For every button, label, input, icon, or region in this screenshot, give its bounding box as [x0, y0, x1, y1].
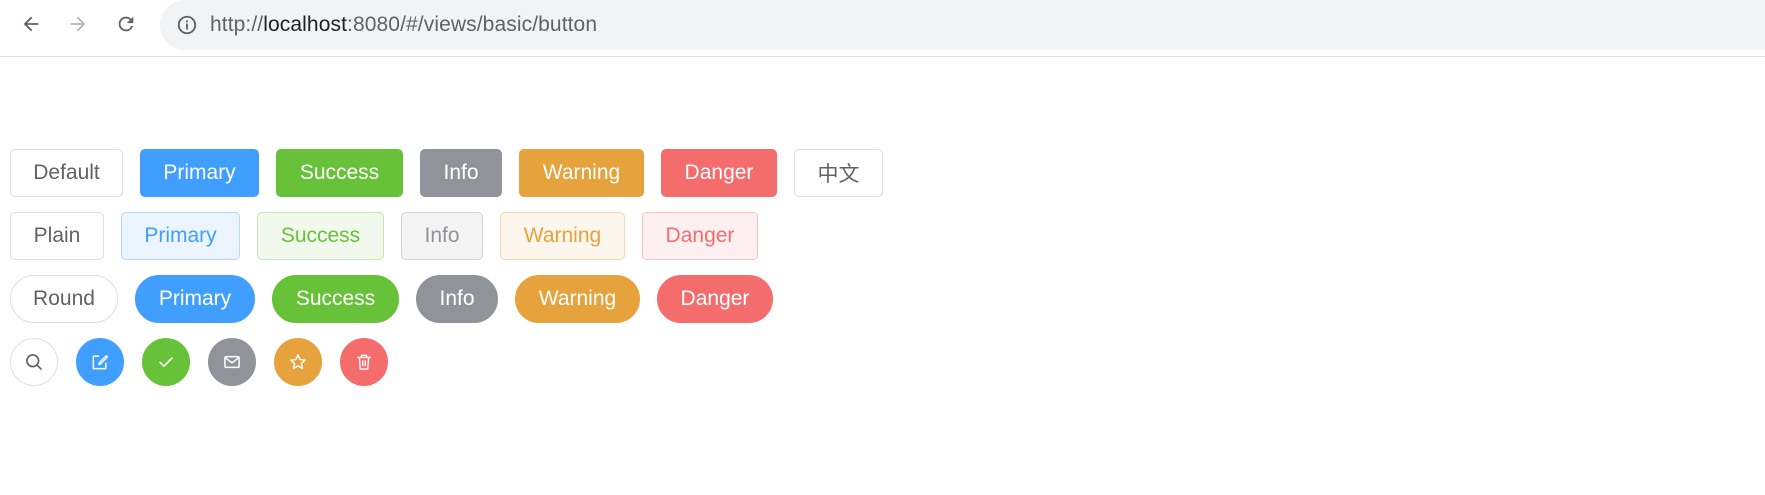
circle-delete-button[interactable]: [340, 338, 388, 386]
edit-icon: [92, 355, 109, 370]
default-button[interactable]: Default: [10, 149, 123, 197]
round-primary-button[interactable]: Primary: [135, 275, 255, 323]
round-success-button[interactable]: Success: [272, 275, 399, 323]
back-button[interactable]: [13, 6, 49, 42]
warning-button[interactable]: Warning: [519, 149, 644, 197]
plain-success-button[interactable]: Success: [257, 212, 384, 260]
plain-button[interactable]: Plain: [10, 212, 104, 260]
search-icon: [26, 354, 42, 370]
round-info-button[interactable]: Info: [416, 275, 498, 323]
browser-toolbar: http://localhost:8080/#/views/basic/butt…: [0, 0, 1765, 57]
url-prefix: http://: [210, 13, 264, 36]
info-icon[interactable]: [176, 14, 198, 36]
circle-search-button[interactable]: [10, 338, 58, 386]
reload-icon: [118, 16, 134, 32]
circle-check-button[interactable]: [142, 338, 190, 386]
danger-button[interactable]: Danger: [661, 149, 777, 197]
star-icon: [290, 354, 306, 370]
check-icon: [159, 357, 173, 367]
circle-edit-button[interactable]: [76, 338, 124, 386]
circle-buttons-row: [10, 338, 900, 386]
forward-button[interactable]: [60, 6, 96, 42]
round-danger-button[interactable]: Danger: [657, 275, 773, 323]
url-path: :8080/#/views/basic/button: [347, 13, 598, 36]
plain-warning-button[interactable]: Warning: [500, 212, 625, 260]
delete-icon: [357, 354, 371, 370]
reload-button[interactable]: [108, 6, 144, 42]
round-buttons-row: Round Primary Success Info Warning Dange…: [10, 275, 900, 323]
chinese-button[interactable]: 中文: [794, 149, 883, 197]
plain-primary-button[interactable]: Primary: [121, 212, 240, 260]
message-icon: [224, 355, 240, 369]
round-button[interactable]: Round: [10, 275, 118, 323]
arrow-right-icon: [70, 16, 86, 32]
info-button[interactable]: Info: [420, 149, 502, 197]
primary-button[interactable]: Primary: [140, 149, 259, 197]
url-host: localhost: [263, 13, 348, 36]
button-demo: Default Primary Success Info Warning Dan…: [10, 149, 900, 401]
default-buttons-row: Default Primary Success Info Warning Dan…: [10, 149, 900, 197]
circle-star-button[interactable]: [274, 338, 322, 386]
arrow-left-icon: [23, 16, 39, 32]
success-button[interactable]: Success: [276, 149, 403, 197]
plain-danger-button[interactable]: Danger: [642, 212, 758, 260]
plain-buttons-row: Plain Primary Success Info Warning Dange…: [10, 212, 900, 260]
address-bar[interactable]: http://localhost:8080/#/views/basic/butt…: [160, 0, 1765, 50]
plain-info-button[interactable]: Info: [401, 212, 483, 260]
circle-message-button[interactable]: [208, 338, 256, 386]
url-text: http://localhost:8080/#/views/basic/butt…: [210, 13, 597, 37]
round-warning-button[interactable]: Warning: [515, 275, 640, 323]
